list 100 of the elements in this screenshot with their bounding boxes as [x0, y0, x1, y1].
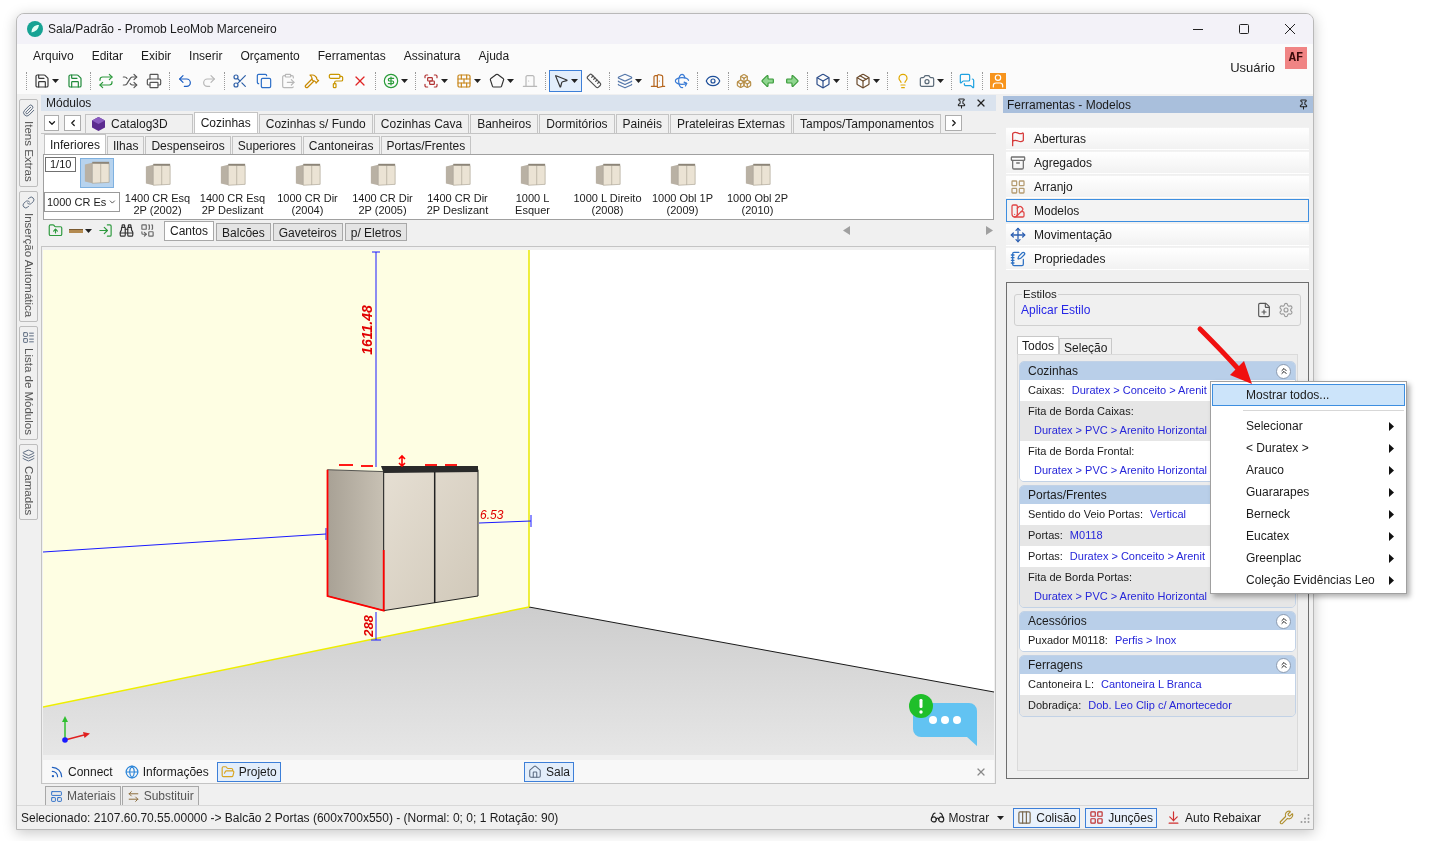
- category-tab[interactable]: Banheiros: [470, 114, 539, 133]
- subcategory-tab[interactable]: Portas/Frentes: [380, 136, 472, 154]
- status-button[interactable]: Mostrar: [925, 807, 1009, 828]
- tab-list-button[interactable]: [44, 115, 59, 131]
- menu-item[interactable]: Eucatex: [1212, 525, 1405, 547]
- side-tab[interactable]: Itens Extras: [19, 99, 38, 187]
- glasses-icon: [929, 810, 945, 825]
- tool-item[interactable]: Aberturas: [1006, 127, 1309, 150]
- menu-item[interactable]: Mostrar todos...: [1212, 384, 1405, 406]
- module-item[interactable]: 1000 L Direito (2008): [570, 155, 645, 219]
- bottom-tab[interactable]: Substituir: [121, 786, 199, 806]
- property-value-link[interactable]: Vertical: [1149, 506, 1187, 523]
- filter-tab[interactable]: Cantos: [164, 221, 215, 241]
- panel-tab[interactable]: Connect: [46, 761, 117, 782]
- subcategory-tab[interactable]: Despenseiros: [145, 136, 231, 154]
- paperclip-icon: [22, 104, 35, 117]
- status-button[interactable]: Junções: [1085, 807, 1157, 828]
- scroll-tabs-button[interactable]: [64, 115, 81, 131]
- document-tab[interactable]: Sala: [524, 761, 575, 782]
- menu-item[interactable]: Orçamento: [231, 45, 309, 67]
- menu-item[interactable]: Coleção Evidências Leo: [1212, 569, 1405, 591]
- menu-item[interactable]: Inserir: [180, 45, 232, 67]
- property-value-link[interactable]: Duratex > PVC > Arenito Horizontal: [1034, 423, 1208, 438]
- panel-tab[interactable]: Informações: [120, 761, 213, 782]
- panel-title: Módulos: [46, 96, 92, 110]
- tool-item[interactable]: Agregados: [1006, 151, 1309, 174]
- category-tab[interactable]: Cozinhas: [193, 112, 258, 133]
- scroll-left-icon[interactable]: [843, 226, 850, 235]
- property-value-link[interactable]: Duratex > PVC > Arenito Horizontal: [1034, 589, 1208, 604]
- scroll-right-icon[interactable]: [986, 226, 993, 235]
- tool-item[interactable]: Propriedades: [1006, 247, 1309, 270]
- menu-item[interactable]: Selecionar: [1212, 415, 1405, 437]
- filter-tab[interactable]: Balcões: [216, 223, 271, 241]
- name-dropdown[interactable]: 1000 CR Es: [44, 192, 120, 212]
- filter-tab[interactable]: p/ Eletros: [344, 223, 408, 241]
- menu-item[interactable]: Editar: [82, 45, 133, 67]
- wrench-icon[interactable]: [1279, 810, 1294, 825]
- subcategory-tab[interactable]: Cantoneiras: [302, 136, 380, 154]
- module-item[interactable]: 1000 CR Dir (2004): [270, 155, 345, 219]
- category-tab[interactable]: Painéis: [615, 114, 669, 133]
- menu-item[interactable]: Ajuda: [469, 45, 519, 67]
- category-tab[interactable]: Prateleiras Externas: [669, 114, 792, 133]
- apply-style-link[interactable]: Aplicar Estilo: [1021, 301, 1091, 319]
- status-button[interactable]: Colisão: [1013, 807, 1081, 828]
- subcategory-tab[interactable]: Inferiores: [44, 134, 107, 154]
- bottom-tab[interactable]: Materiais: [45, 786, 121, 806]
- tool-item[interactable]: Movimentação: [1006, 223, 1309, 246]
- side-tab[interactable]: Camadas: [19, 443, 38, 521]
- cabinet-icon[interactable]: [80, 158, 114, 188]
- pin-icon[interactable]: [956, 97, 967, 109]
- new-file-icon[interactable]: [1256, 302, 1272, 318]
- category-tab[interactable]: Cozinhas s/ Fundo: [258, 114, 373, 133]
- menu-item[interactable]: < Duratex >: [1212, 437, 1405, 459]
- styles-tab[interactable]: Todos: [1017, 336, 1060, 354]
- menu-item[interactable]: Exibir: [132, 45, 181, 67]
- collapse-icon[interactable]: [1276, 613, 1291, 629]
- caret-icon: [873, 79, 880, 83]
- side-tab[interactable]: Inserção Automática: [19, 190, 38, 322]
- module-item[interactable]: 1400 CR Dir 2P Deslizant: [420, 155, 495, 219]
- subcategory-tab[interactable]: Ilhas: [107, 136, 145, 154]
- property-value-link[interactable]: Perfis > Inox: [1114, 632, 1177, 649]
- category-tab[interactable]: Tampos/Tamponamentos: [792, 114, 942, 133]
- property-value-link[interactable]: Dob. Leo Clip c/ Amortecedor: [1088, 697, 1232, 714]
- menu-item[interactable]: Guararapes: [1212, 481, 1405, 503]
- property-value-link[interactable]: Duratex > PVC > Arenito Horizontal: [1034, 463, 1208, 478]
- module-item[interactable]: 1000 Obl 2P (2010): [720, 155, 795, 219]
- collapse-icon[interactable]: [1276, 657, 1291, 673]
- property-value-link[interactable]: Cantoneira L Branca: [1101, 676, 1202, 693]
- collapse-icon[interactable]: [1276, 363, 1291, 379]
- close-icon[interactable]: [975, 97, 987, 109]
- menu-item[interactable]: Ferramentas: [308, 45, 395, 67]
- menu-item[interactable]: Arauco: [1212, 459, 1405, 481]
- category-tab[interactable]: Catalog3D: [85, 114, 193, 133]
- menu-item[interactable]: Greenplac: [1212, 547, 1405, 569]
- module-item[interactable]: 1400 CR Esq 2P (2002): [120, 155, 195, 219]
- menu-item[interactable]: Assinatura: [394, 45, 470, 67]
- menu-item[interactable]: Berneck: [1212, 503, 1405, 525]
- settings-icon[interactable]: [1278, 302, 1294, 318]
- module-item[interactable]: 1000 Obl 1P (2009): [645, 155, 720, 219]
- pin-icon[interactable]: [1298, 99, 1309, 110]
- property-value-link[interactable]: M0118: [1069, 527, 1103, 544]
- status-button[interactable]: Auto Rebaixar: [1161, 807, 1265, 828]
- tool-item[interactable]: Arranjo: [1006, 175, 1309, 198]
- property-value-link[interactable]: Duratex > Conceito > Arenit: [1069, 548, 1205, 565]
- module-item[interactable]: 1400 CR Esq 2P Deslizant: [195, 155, 270, 219]
- side-tab[interactable]: Lista de Módulos: [19, 325, 38, 440]
- panel-tab[interactable]: Projeto: [216, 761, 281, 782]
- module-item[interactable]: 1000 L Esquer: [495, 155, 570, 219]
- category-tab[interactable]: Dormitórios: [539, 114, 615, 133]
- tool-item[interactable]: Modelos: [1006, 199, 1309, 222]
- property-value-link[interactable]: Duratex > Conceito > Arenit: [1071, 382, 1207, 399]
- subcategory-tab[interactable]: Superiores: [231, 136, 302, 154]
- toolbar-button[interactable]: [549, 70, 582, 92]
- chat-button[interactable]: [909, 694, 977, 746]
- scroll-tabs-button[interactable]: [945, 115, 963, 131]
- module-item[interactable]: 1400 CR Dir 2P (2005): [345, 155, 420, 219]
- category-tab[interactable]: Cozinhas Cava: [373, 114, 470, 133]
- menu-item[interactable]: Arquivo: [24, 45, 83, 67]
- styles-tab[interactable]: Seleção: [1059, 338, 1113, 354]
- filter-tab[interactable]: Gaveteiros: [272, 223, 343, 241]
